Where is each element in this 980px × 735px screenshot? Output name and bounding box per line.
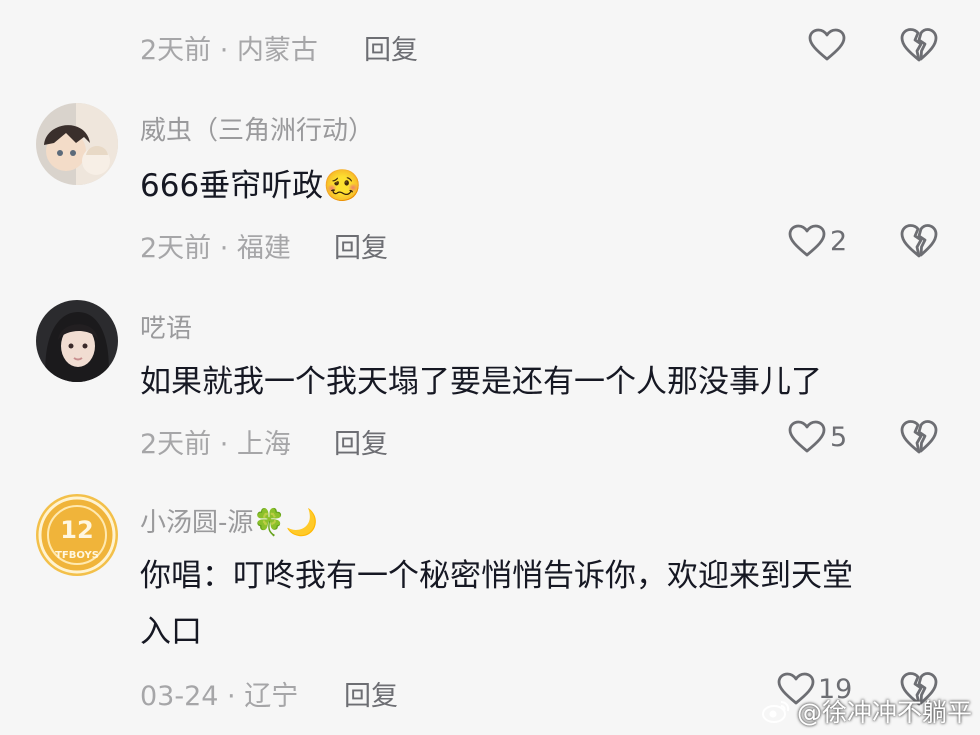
comment-time-location: 2天前 · 上海 <box>140 429 291 460</box>
comment-username[interactable]: 小汤圆-源🍀🌙 <box>140 502 318 539</box>
comment-meta-row: 2天前 · 内蒙古 回复 <box>0 18 980 78</box>
heart-outline-icon[interactable] <box>788 224 826 258</box>
reply-button[interactable]: 回复 <box>334 226 388 265</box>
comment-time-location: 2天前 · 内蒙古 <box>140 35 318 66</box>
comment-time-location: 03-24 · 辽宁 <box>140 681 299 712</box>
heart-outline-icon[interactable] <box>788 420 826 454</box>
broken-heart-icon[interactable] <box>900 27 938 63</box>
comment-text: 666垂帘听政🥴 <box>140 168 362 204</box>
avatar-badge-label: TFBOYS <box>55 550 99 561</box>
heart-outline-icon[interactable] <box>808 28 846 62</box>
broken-heart-icon[interactable] <box>900 223 938 259</box>
avatar[interactable] <box>36 300 118 382</box>
watermark: @徐冲冲不躺平 <box>761 693 972 729</box>
like-count: 5 <box>830 422 848 453</box>
username-emoji: 🍀🌙 <box>253 508 319 538</box>
weibo-icon <box>761 701 790 723</box>
comment-username[interactable]: 呓语 <box>140 308 192 345</box>
reply-button[interactable]: 回复 <box>364 28 418 67</box>
comment-meta-row: 2天前 · 上海 回复 5 <box>0 412 980 472</box>
avatar[interactable]: 12 TFBOYS <box>36 494 118 576</box>
comment-username[interactable]: 威虫（三角洲行动） <box>140 110 374 147</box>
comment-text-line: 入口 <box>140 614 202 650</box>
reply-button[interactable]: 回复 <box>334 422 388 461</box>
comment-text: 如果就我一个我天塌了要是还有一个人那没事儿了 <box>140 364 822 400</box>
avatar[interactable] <box>36 103 118 185</box>
avatar-badge-number: 12 <box>60 516 93 544</box>
broken-heart-icon[interactable] <box>900 419 938 455</box>
watermark-text: @徐冲冲不躺平 <box>796 698 972 727</box>
woozy-face-emoji: 🥴 <box>323 168 362 204</box>
reply-button[interactable]: 回复 <box>344 674 398 713</box>
comment-time-location: 2天前 · 福建 <box>140 233 291 264</box>
like-count: 2 <box>830 226 848 257</box>
comment-text-line: 你唱：叮咚我有一个秘密悄悄告诉你，欢迎来到天堂 <box>140 558 853 594</box>
comment-meta-row: 2天前 · 福建 回复 2 <box>0 216 980 276</box>
